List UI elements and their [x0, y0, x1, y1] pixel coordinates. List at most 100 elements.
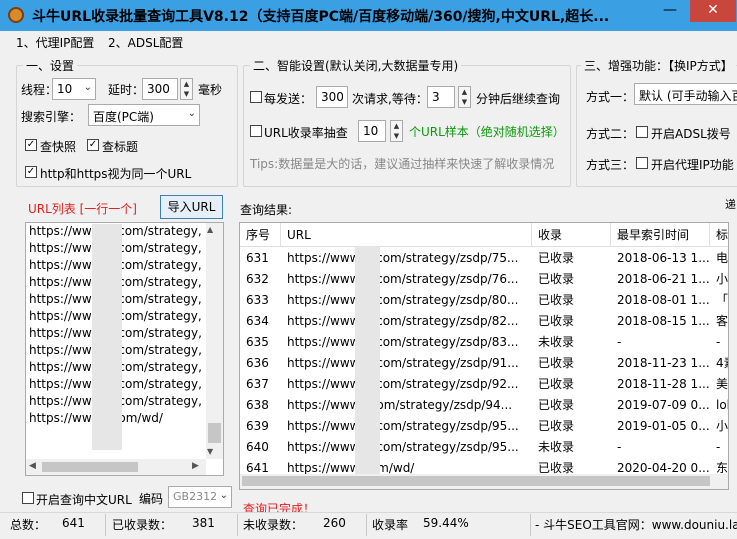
tips-text: Tips:数据量是大的话，建议通过抽样来快速了解收录情况: [250, 157, 555, 171]
cell-title: 4素: [716, 356, 728, 370]
mode2-label: 方式二：: [586, 127, 635, 141]
http-same-checkbox[interactable]: ✓: [25, 166, 37, 178]
cell-earliest-time: 2019-07-09 0...: [617, 398, 710, 412]
cell-index: 639: [246, 419, 269, 433]
table-header: 序号 URL 收录 最早索引时间 标: [240, 223, 728, 247]
cell-title: 小: [716, 272, 729, 286]
cell-url: https://www. z.com/strategy/zsdp/75...: [287, 251, 519, 265]
sample-spinner[interactable]: ▲ ▼: [390, 120, 403, 142]
import-url-button[interactable]: 导入URL: [160, 195, 223, 219]
cell-indexed: 已收录: [538, 377, 575, 391]
cell-index: 634: [246, 314, 269, 328]
cell-title: 电: [716, 251, 729, 265]
engine-select[interactable]: 百度(PC端) ⌄: [88, 104, 200, 126]
url-list-line: https://www.c .com/strategy,: [29, 326, 202, 340]
cell-earliest-time: -: [617, 335, 622, 349]
indexed-label: 已收录数：: [112, 518, 173, 532]
col-url[interactable]: URL: [281, 223, 532, 247]
col-title[interactable]: 标: [710, 223, 728, 247]
table-row[interactable]: 634 https://www. z.com/strategy/zsdp/82..…: [240, 311, 728, 332]
menu-proxy-ip[interactable]: 1、代理IP配置: [16, 34, 94, 51]
rate-label: 收录率: [372, 518, 409, 532]
cell-index: 631: [246, 251, 269, 265]
cell-index: 635: [246, 335, 269, 349]
table-row[interactable]: 636 https://www.c .com/strategy/zsdp/91..…: [240, 353, 728, 374]
table-row[interactable]: 637 https://www. z.com/strategy/zsdp/92..…: [240, 374, 729, 395]
cell-url: https://www. z.com/strategy/zsdp/92...: [287, 377, 519, 391]
table-row[interactable]: 635 https://www. z.com/strategy/zsdp/83..…: [240, 332, 728, 353]
results-table[interactable]: 序号 URL 收录 最早索引时间 标 631 https://www. z.com…: [239, 222, 729, 490]
col-indexed[interactable]: 收录: [532, 223, 611, 247]
site-text: - 斗牛SEO工具官网：www.douniu.la: [535, 518, 737, 532]
settings-legend: 一、设置: [23, 57, 78, 74]
minimize-button[interactable]: —: [655, 0, 685, 22]
url-list-line: https://www. z.com/strategy,: [29, 275, 202, 289]
adsl-checkbox[interactable]: [636, 126, 648, 138]
delay-label: 延时：: [108, 83, 145, 97]
wait-minutes-input[interactable]: 3: [427, 86, 455, 108]
threads-select[interactable]: 10 ⌄: [52, 78, 96, 100]
cell-url: https://www. z.com/strategy/zsdp/76...: [287, 272, 519, 286]
cell-url: https://www.c .com/strategy/zsdp/95...: [287, 440, 519, 454]
engine-label: 搜索引擎：: [21, 110, 82, 124]
status-bar: 总数： 641 已收录数： 381 未收录数： 260 收录率 59.44% -…: [0, 512, 737, 539]
url-list-textarea[interactable]: https://www. z.com/strategy, https://www.…: [25, 222, 224, 476]
delay-unit: 毫秒: [198, 83, 223, 97]
results-hscroll[interactable]: [240, 474, 728, 489]
sample-count-input[interactable]: 10: [358, 120, 386, 142]
cell-url: https://www. .com/strategy/zsdp/94...: [287, 398, 513, 412]
url-list-line: https://www.c .com/strategy,: [29, 377, 202, 391]
table-row[interactable]: 639 https://www.c .com/strategy/zsdp/95..…: [240, 416, 729, 437]
snapshot-label: 查快照: [40, 140, 77, 154]
cell-index: 636: [246, 356, 269, 370]
cell-title: 美: [716, 377, 729, 391]
adsl-label: 开启ADSL拨号: [651, 127, 731, 141]
menu-bar: 1、代理IP配置 2、ADSL配置: [0, 31, 737, 53]
results-right-edge: 递: [725, 198, 736, 211]
send-count-input[interactable]: 300: [316, 86, 348, 108]
cell-url: https://www. z.com/strategy/zsdp/82...: [287, 314, 519, 328]
delay-input[interactable]: 300: [142, 78, 178, 100]
wait-spinner[interactable]: ▲ ▼: [458, 86, 471, 108]
table-row[interactable]: 633 https://www. z.com/strategy/zsdp/80..…: [240, 290, 728, 311]
cell-earliest-time: 2018-08-01 1...: [617, 293, 710, 307]
snapshot-checkbox[interactable]: ✓: [25, 139, 37, 151]
delay-spinner[interactable]: ▲ ▼: [180, 78, 193, 100]
sample-label: URL收录率抽查: [264, 126, 348, 140]
url-list-vscroll[interactable]: ▲ ▼: [206, 223, 223, 459]
table-row[interactable]: 631 https://www. z.com/strategy/zsdp/75..…: [240, 248, 729, 269]
every-send-checkbox[interactable]: [250, 91, 262, 103]
sample-checkbox[interactable]: [250, 125, 262, 137]
url-list-hscroll[interactable]: ◀ ▶: [26, 459, 206, 475]
smart-legend: 二、智能设置(默认关闭,大数据量专用): [250, 57, 462, 74]
cell-indexed: 已收录: [538, 398, 575, 412]
cell-earliest-time: 2019-01-05 0...: [617, 419, 710, 433]
table-row[interactable]: 638 https://www. .com/strategy/zsdp/94...…: [240, 395, 728, 416]
cell-title: -: [716, 335, 721, 349]
cell-indexed: 已收录: [538, 314, 575, 328]
title-label: 查标题: [102, 140, 139, 154]
col-index[interactable]: 序号: [240, 223, 281, 247]
col-earliest-time[interactable]: 最早索引时间: [611, 223, 710, 247]
mode1-select[interactable]: 默认 (可手动输入百: [634, 83, 737, 105]
encoding-select[interactable]: GB2312 ⌄: [168, 486, 232, 508]
url-list-line: https://www. .com/wd/: [29, 411, 163, 425]
app-icon: [8, 7, 24, 23]
cell-earliest-time: 2018-11-23 1...: [617, 356, 710, 370]
table-row[interactable]: 640 https://www.c .com/strategy/zsdp/95..…: [240, 437, 728, 458]
cell-indexed: 已收录: [538, 293, 575, 307]
cell-title: 小: [716, 419, 729, 433]
cell-indexed: 已收录: [538, 419, 575, 433]
cell-earliest-time: 2018-06-21 1...: [617, 272, 710, 286]
title-checkbox[interactable]: ✓: [87, 139, 99, 151]
chinese-url-checkbox[interactable]: [22, 492, 34, 504]
cell-earliest-time: 2018-08-15 1...: [617, 314, 710, 328]
menu-adsl[interactable]: 2、ADSL配置: [108, 34, 183, 51]
cell-url: https://www.c .com/strategy/zsdp/95...: [287, 419, 519, 433]
proxy-label: 开启代理IP功能: [651, 158, 734, 172]
table-row[interactable]: 632 https://www. z.com/strategy/zsdp/76..…: [240, 269, 729, 290]
mode3-label: 方式三：: [586, 158, 635, 172]
cell-indexed: 已收录: [538, 356, 575, 370]
proxy-checkbox[interactable]: [636, 157, 648, 169]
close-button[interactable]: ✕: [690, 0, 736, 22]
